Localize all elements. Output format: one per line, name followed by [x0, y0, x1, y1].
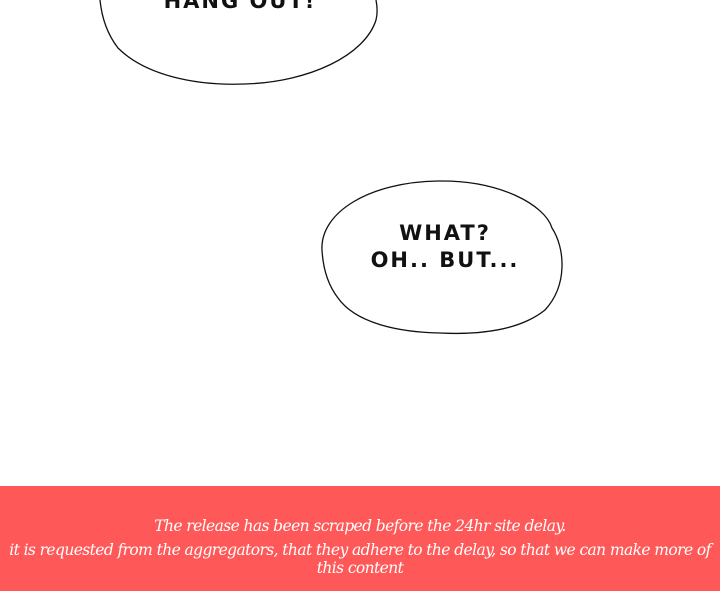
banner-line-1: The release has been scraped before the …: [154, 517, 566, 535]
bubble-text-hang-out: HANG OUT!: [163, 0, 317, 13]
bubble-line-2: OH.. BUT...: [370, 248, 520, 272]
banner-line-2: it is requested from the aggregators, th…: [9, 541, 711, 577]
bubble-text-what: WHAT? OH.. BUT...: [330, 220, 560, 274]
bubble-line-1: WHAT?: [399, 221, 491, 245]
